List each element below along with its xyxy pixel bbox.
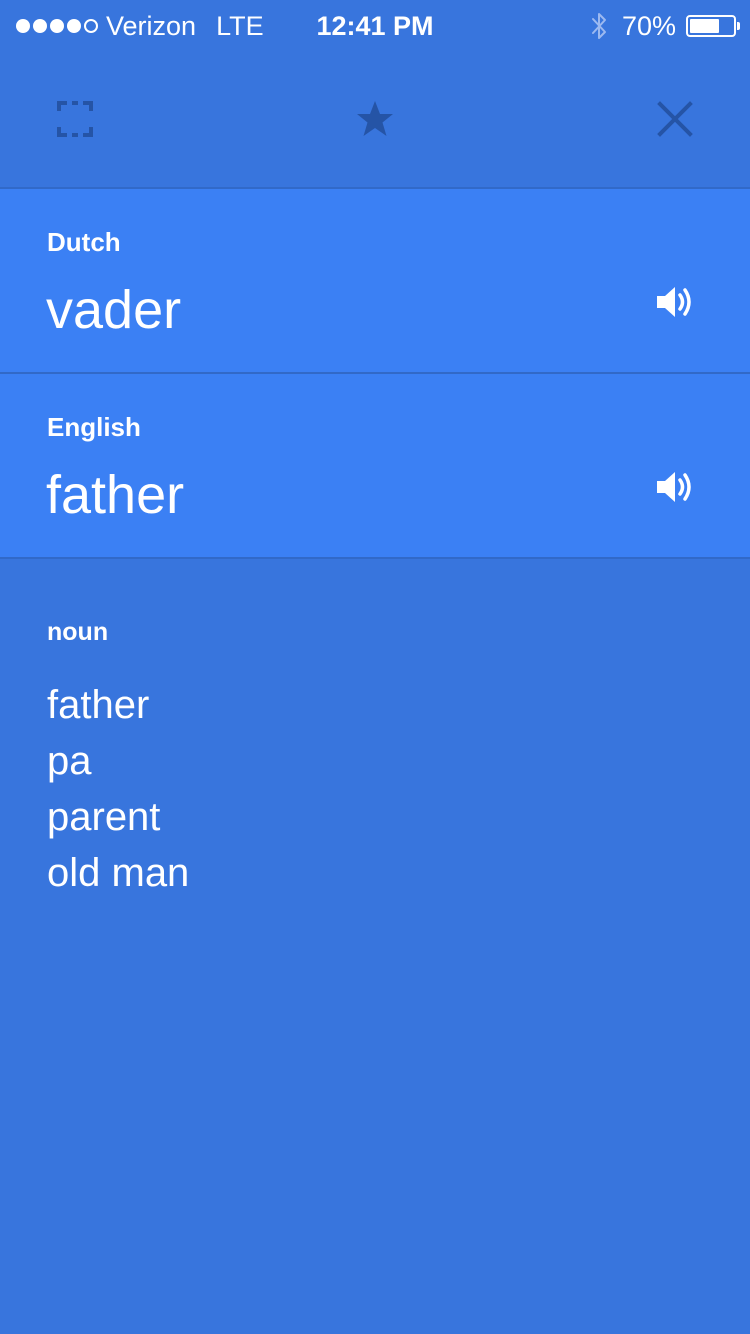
target-panel: English father [0, 374, 750, 557]
target-language-label: English [47, 412, 141, 442]
dictionary-entry[interactable]: father [47, 677, 189, 733]
panel-divider [0, 557, 750, 559]
source-speak-button[interactable] [655, 284, 695, 320]
bluetooth-icon [590, 11, 608, 41]
star-button[interactable] [353, 97, 397, 141]
battery-percent: 70% [621, 10, 676, 41]
dictionary-entry[interactable]: old man [47, 845, 189, 901]
toolbar [0, 52, 750, 187]
close-button[interactable] [653, 97, 697, 141]
star-icon [357, 101, 393, 136]
target-text: father [46, 465, 185, 525]
dictionary-entry[interactable]: parent [47, 789, 189, 845]
status-right: 70% [590, 8, 740, 44]
speaker-icon [657, 287, 691, 317]
status-bar: Verizon LTE 12:41 PM 70% [0, 0, 750, 52]
dictionary-list: father pa parent old man [47, 677, 189, 901]
source-panel: Dutch vader [0, 189, 750, 372]
fullscreen-button[interactable] [53, 97, 97, 141]
target-speak-button[interactable] [655, 469, 695, 505]
part-of-speech: noun [47, 618, 109, 646]
speaker-icon [657, 472, 691, 502]
source-language-label: Dutch [47, 227, 121, 257]
close-icon [657, 101, 693, 137]
dictionary-entry[interactable]: pa [47, 733, 189, 789]
battery-level [690, 19, 720, 33]
source-text: vader [46, 280, 182, 340]
battery-icon [686, 15, 740, 37]
fullscreen-icon [57, 101, 93, 137]
